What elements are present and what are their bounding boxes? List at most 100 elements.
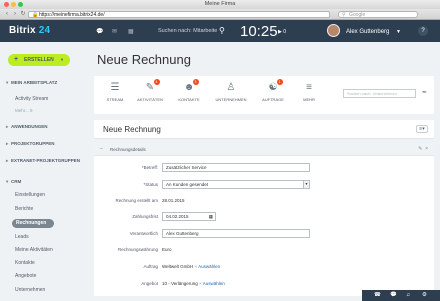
settings-icon[interactable]: ⚙ <box>422 292 427 298</box>
due-label: Zahlungsfrist <box>132 214 158 219</box>
sidebar-item-settings[interactable]: Einstellungen <box>15 192 45 198</box>
sidebar-item-my-activities[interactable]: Meine Aktivitäten <box>15 247 53 253</box>
subject-field[interactable]: Zusätzlicher Service <box>162 163 310 172</box>
created-value: 28.01.2015 <box>162 198 185 203</box>
more-count: 9 <box>30 108 33 113</box>
logo[interactable]: Bitrix 24 <box>9 25 50 36</box>
phone-icon[interactable]: ☎ <box>374 292 381 298</box>
toolbar-label: AKTIVITÄTEN <box>137 97 163 102</box>
sidebar-item-activity-stream[interactable]: Activity Stream <box>15 96 48 102</box>
form-section-header[interactable]: – Rechnungsdetails ✎ × <box>94 144 434 156</box>
notifications-icon[interactable]: ✉ <box>112 28 117 35</box>
responsible-field[interactable]: Alex Guttenberg <box>162 229 310 238</box>
remove-icon[interactable]: × <box>199 281 202 286</box>
reload-button[interactable]: ↻ <box>19 11 27 18</box>
sidebar-section-projects[interactable]: ▸ PROJEKTGRUPPEN <box>6 141 55 147</box>
edit-icon[interactable]: ✎ <box>418 146 422 152</box>
header-search-icon[interactable]: ⚲ <box>219 26 225 35</box>
toolbar-label: STREAM <box>106 97 124 102</box>
sidebar-item-contacts[interactable]: Kontakte <box>15 260 35 266</box>
notification-bell-icon[interactable]: ♫ <box>406 292 410 298</box>
sidebar-item-companies[interactable]: Unternehmen <box>15 287 45 293</box>
deals-icon: ☯ 1 <box>268 79 283 94</box>
work-time-clock[interactable]: 10:25 <box>240 23 278 40</box>
toolbar-label: MEHR <box>303 97 315 102</box>
card-menu-button[interactable]: ≡▾ <box>416 125 428 133</box>
header-search-input[interactable]: Suchen nach: Mitarbeite <box>158 28 217 34</box>
remove-icon[interactable]: × <box>194 264 197 269</box>
close-window-button[interactable] <box>4 2 9 7</box>
badge: 1 <box>276 79 283 85</box>
browser-search-placeholder: Google <box>349 12 366 18</box>
toolbar-deals[interactable]: ☯ 1 AUFTRÄGE <box>256 79 290 102</box>
status-label: *Status <box>143 182 158 187</box>
sidebar-section-apps[interactable]: ▸ ANWENDUNGEN <box>6 124 48 130</box>
sidebar-item-reports[interactable]: Berichte <box>15 206 33 212</box>
messenger-icon[interactable]: 💬 <box>96 28 103 35</box>
sidebar-section-label: CRM <box>11 179 22 184</box>
sidebar-item-more[interactable]: Mehr... 9 <box>15 108 33 113</box>
chat-icon[interactable]: 💬 <box>390 292 397 298</box>
sidebar-section-label: ANWENDUNGEN <box>11 124 48 129</box>
due-date-field[interactable]: 04.02.2015 ▦ <box>162 212 216 221</box>
collapse-icon[interactable]: – <box>100 146 103 152</box>
sidebar-item-leads[interactable]: Leads <box>15 234 29 240</box>
work-status-indicator[interactable]: ▶ 0 <box>278 29 286 35</box>
crm-toolbar: ☰ STREAM ✎ 4 AKTIVITÄTEN ☻ 3 KONTAKTE ♙ UN… <box>94 76 434 114</box>
zoom-window-button[interactable] <box>18 2 23 7</box>
toolbar-activities[interactable]: ✎ 4 AKTIVITÄTEN <box>133 79 167 102</box>
lock-icon: 🔒 <box>32 12 39 18</box>
chevron-down-icon: ▼ <box>303 181 309 188</box>
window-title: Meine Firma <box>204 1 236 7</box>
quote-select-link[interactable]: Auswählen <box>203 281 225 286</box>
chevron-down-icon: ▼ <box>60 57 64 62</box>
toolbar-search-input[interactable]: Suchen nach: Unternehmen <box>343 89 416 98</box>
url-field[interactable]: 🔒 https://meinefirma.bitrix24.de/ <box>28 11 330 18</box>
create-button[interactable]: + ERSTELLEN ▼ <box>8 54 70 66</box>
contacts-icon: ☻ 3 <box>184 79 199 94</box>
created-label: Rechnung erstellt am <box>115 198 158 203</box>
toolbar-more[interactable]: ≡ MEHR <box>292 82 326 102</box>
pin-icon[interactable]: ✒ <box>422 89 427 96</box>
toolbar-contacts[interactable]: ☻ 3 KONTAKTE <box>172 79 206 102</box>
help-button[interactable]: ? <box>418 26 428 36</box>
sidebar-section-workplace[interactable]: ▾ MEIN ARBEITSPLATZ <box>6 80 57 86</box>
badge: 3 <box>192 79 199 85</box>
close-icon[interactable]: × <box>425 146 428 152</box>
avatar[interactable] <box>327 24 340 37</box>
deal-value[interactable]: Weltwelt GmbH <box>162 264 193 269</box>
page-title: Neue Rechnung <box>97 52 191 67</box>
toolbar-companies[interactable]: ♙ UNTERNEHMEN <box>214 82 248 102</box>
toolbar-label: UNTERNEHMEN <box>215 97 247 102</box>
sidebar: + ERSTELLEN ▼ ▾ MEIN ARBEITSPLATZ Activit… <box>0 42 88 301</box>
quote-value[interactable]: 10 - Verlängerung <box>162 281 198 286</box>
status-select[interactable]: An Kunden gesendet ▼ <box>162 180 310 189</box>
minimize-window-button[interactable] <box>11 2 16 7</box>
quote-field: 10 - Verlängerung × Auswählen <box>162 281 225 286</box>
sidebar-section-label: EXTRANET-PROJEKTGRUPPEN <box>11 158 81 163</box>
calendar-icon[interactable]: ▦ <box>209 213 213 220</box>
deal-label: Auftrag <box>143 264 158 269</box>
user-name[interactable]: Alex Guttenberg <box>346 29 389 35</box>
form-section-title: Rechnungsdetails <box>110 147 146 152</box>
sidebar-section-extranet[interactable]: ▸ EXTRANET-PROJEKTGRUPPEN <box>6 158 80 164</box>
section-tools: ✎ × <box>418 146 428 152</box>
sidebar-section-crm[interactable]: ▾ CRM <box>6 179 21 185</box>
forward-button[interactable]: › <box>11 11 19 18</box>
status-value: An Kunden gesendet <box>166 182 209 187</box>
deal-select-link[interactable]: Auswählen <box>198 264 220 269</box>
badge: 4 <box>153 79 160 85</box>
sidebar-item-invoices[interactable]: Rechnungen <box>12 219 54 228</box>
user-menu-chevron-icon[interactable]: ▼ <box>396 29 401 35</box>
browser-search-field[interactable]: ⚲ Google <box>338 11 418 18</box>
currency-value: Euro <box>162 247 172 252</box>
sidebar-section-label: MEIN ARBEITSPLATZ <box>11 80 58 85</box>
sidebar-item-quotes[interactable]: Angebote <box>15 273 36 279</box>
calendar-icon[interactable]: ▦ <box>128 28 134 35</box>
currency-label: Rechnungswährung <box>117 247 158 252</box>
back-button[interactable]: ‹ <box>3 11 11 18</box>
create-button-label: ERSTELLEN <box>24 57 54 63</box>
toolbar-stream[interactable]: ☰ STREAM <box>98 82 132 102</box>
menu-icon: ≡ <box>306 82 312 93</box>
app-header: Bitrix 24 💬 ✉ ▦ Suchen nach: Mitarbeite … <box>0 20 440 42</box>
